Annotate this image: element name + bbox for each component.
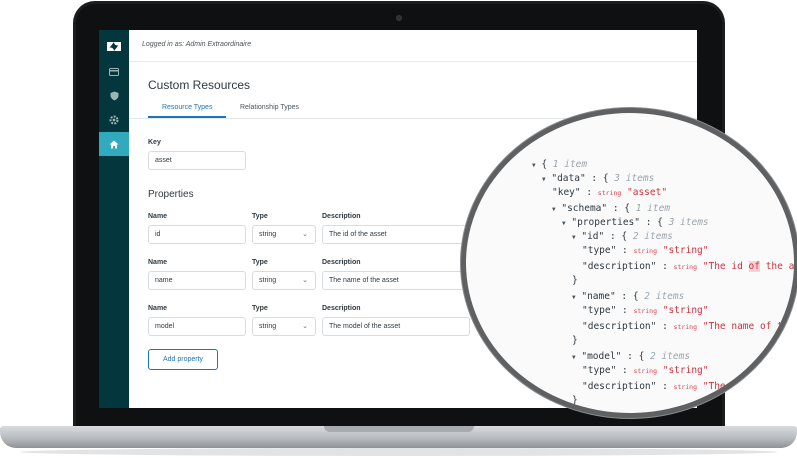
property-description-input[interactable]: The id of the asset: [322, 225, 470, 244]
property-type-select[interactable]: string ⌄: [252, 317, 316, 336]
key-label: Key: [148, 139, 161, 146]
json-description-entry: "description" : string "The id of the as: [582, 261, 797, 272]
property-name-input[interactable]: name: [148, 271, 246, 290]
tab-relationship-types[interactable]: Relationship Types: [240, 104, 299, 111]
json-root[interactable]: ▼ { 1 item: [532, 159, 587, 170]
name-label: Name: [148, 259, 168, 266]
magnifier-lens: ew ▼ { 1 item ▼ "data" : { 3 items "key"…: [461, 108, 797, 418]
description-label: Description: [322, 213, 361, 220]
property-type-select[interactable]: string ⌄: [252, 225, 316, 244]
json-key-entry: "key" : string "asset": [552, 187, 668, 198]
json-description-entry: "description" : string "The m: [582, 381, 738, 392]
triangle-down-icon: ▼: [542, 176, 546, 183]
highlighted-text: of: [748, 261, 760, 272]
json-id-node[interactable]: ▼ "id" : { 2 items: [572, 231, 673, 242]
sidebar-item-settings[interactable]: [99, 108, 129, 132]
json-close-brace: }: [572, 395, 578, 406]
zendesk-logo[interactable]: [99, 34, 129, 58]
sidebar-item-home[interactable]: [99, 132, 129, 156]
type-value: string: [259, 277, 277, 284]
add-property-button[interactable]: Add property: [148, 349, 218, 370]
properties-heading: Properties: [148, 189, 194, 200]
triangle-down-icon: ▼: [552, 206, 556, 213]
triangle-down-icon: ▼: [562, 220, 566, 227]
triangle-down-icon: ▼: [572, 294, 576, 301]
triangle-down-icon: ▼: [532, 162, 536, 169]
key-input[interactable]: asset: [148, 151, 246, 170]
description-label: Description: [322, 259, 361, 266]
camera-icon: [396, 15, 402, 21]
json-close-brace: }: [572, 275, 578, 286]
name-label: Name: [148, 213, 168, 220]
property-type-select[interactable]: string ⌄: [252, 271, 316, 290]
json-preview: ew ▼ { 1 item ▼ "data" : { 3 items "key"…: [466, 113, 797, 413]
gear-icon: [109, 115, 119, 125]
json-data-node[interactable]: ▼ "data" : { 3 items: [542, 173, 654, 184]
type-value: string: [259, 323, 277, 330]
json-close-brace: }: [572, 335, 578, 346]
type-value: string: [259, 231, 277, 238]
laptop-notch: [324, 426, 474, 432]
json-name-node[interactable]: ▼ "name" : { 2 items: [572, 291, 684, 302]
page-title: Custom Resources: [148, 78, 251, 92]
name-label: Name: [148, 305, 168, 312]
type-label: Type: [252, 259, 268, 266]
chevron-down-icon: ⌄: [302, 323, 308, 330]
description-label: Description: [322, 305, 361, 312]
laptop-mockup: Logged in as: Admin Extraordinaire Custo…: [0, 0, 797, 458]
property-description-input[interactable]: The name of the asset: [322, 271, 470, 290]
json-description-entry: "description" : string "The name of th: [582, 321, 789, 332]
laptop-shadow: [20, 448, 777, 456]
type-label: Type: [252, 305, 268, 312]
card-icon: [109, 68, 119, 76]
triangle-down-icon: ▼: [572, 234, 576, 241]
property-name-input[interactable]: model: [148, 317, 246, 336]
chevron-down-icon: ⌄: [302, 231, 308, 238]
preview-heading: ew: [540, 122, 555, 134]
sidebar-item-security[interactable]: [99, 84, 129, 108]
json-model-node[interactable]: ▼ "model" : { 2 items: [572, 351, 690, 362]
tab-resource-types[interactable]: Resource Types: [162, 104, 212, 111]
json-type-entry: "type" : string "string": [582, 245, 709, 256]
json-schema-node[interactable]: ▼ "schema" : { 1 item: [552, 203, 670, 214]
logged-in-text: Logged in as: Admin Extraordinaire: [142, 41, 252, 48]
json-type-entry: "type" : string "string": [582, 365, 709, 376]
home-icon: [109, 140, 119, 148]
top-bar: Logged in as: Admin Extraordinaire: [129, 30, 697, 62]
chevron-down-icon: ⌄: [302, 277, 308, 284]
property-description-input[interactable]: The model of the asset: [322, 317, 470, 336]
type-label: Type: [252, 213, 268, 220]
triangle-down-icon: ▼: [572, 354, 576, 361]
sidebar: [99, 30, 129, 408]
shield-icon: [110, 91, 118, 101]
json-type-entry: "type" : string "string": [582, 305, 709, 316]
property-name-input[interactable]: id: [148, 225, 246, 244]
json-properties-node[interactable]: ▼ "properties" : { 3 items: [562, 217, 709, 228]
sidebar-item-billing[interactable]: [99, 60, 129, 84]
